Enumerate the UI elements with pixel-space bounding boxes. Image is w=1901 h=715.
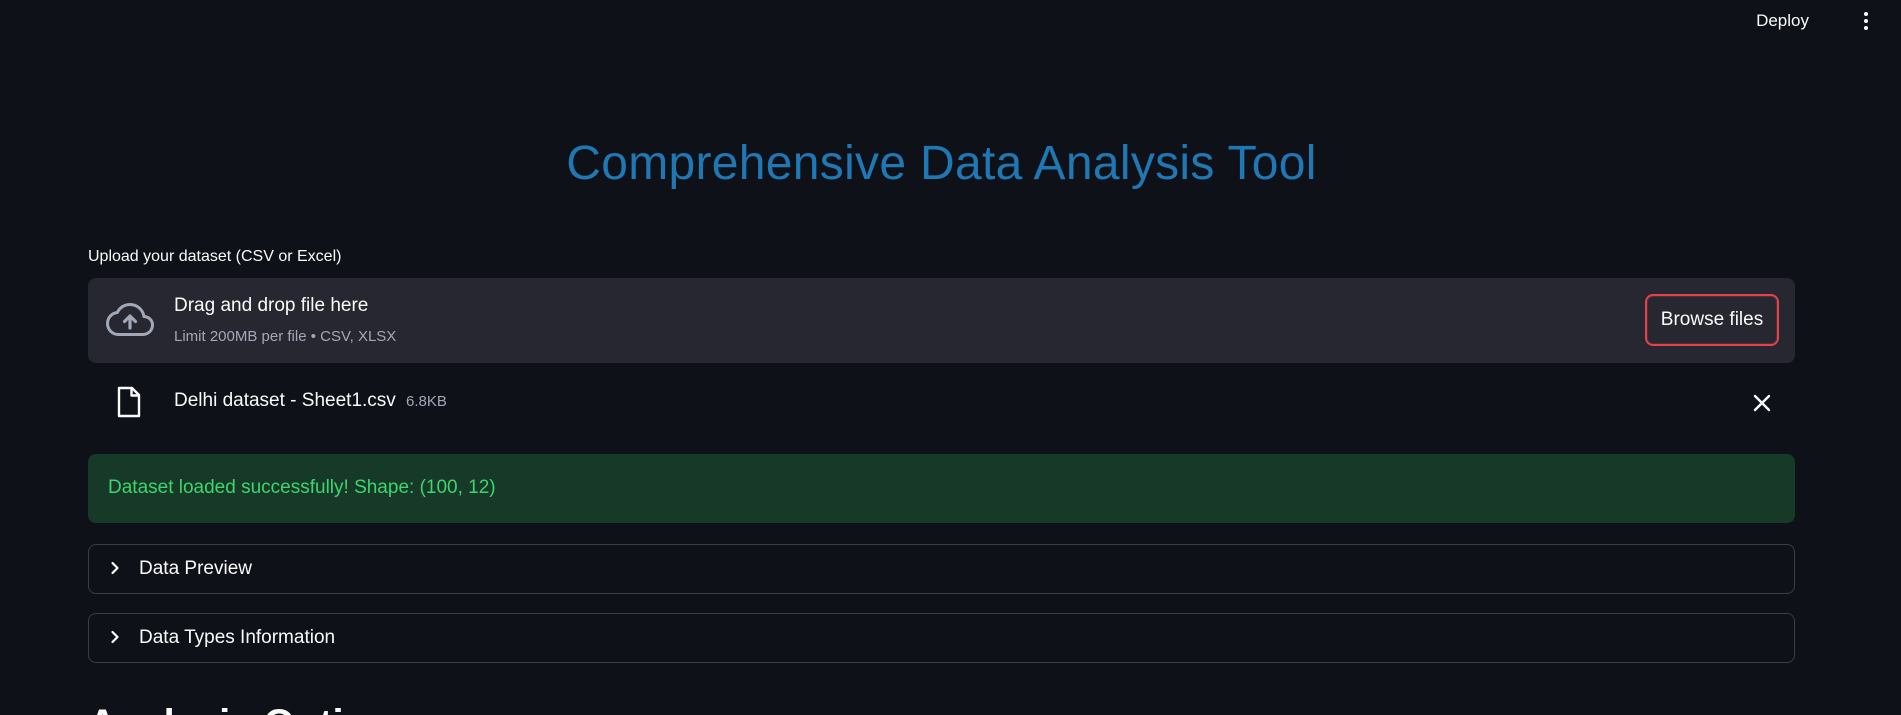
expander-data-preview[interactable]: Data Preview [88, 544, 1795, 594]
success-alert: Dataset loaded successfully! Shape: (100… [88, 454, 1795, 523]
close-icon[interactable] [1751, 392, 1773, 414]
file-name: Delhi dataset - Sheet1.csv [174, 390, 396, 411]
dropzone-limit: Limit 200MB per file • CSV, XLSX [174, 328, 397, 345]
uploader-label: Upload your dataset (CSV or Excel) [88, 248, 342, 265]
file-icon [117, 386, 141, 418]
expander-label: Data Preview [139, 558, 252, 579]
file-dropzone[interactable]: Drag and drop file here Limit 200MB per … [88, 278, 1795, 363]
chevron-right-icon [111, 561, 119, 575]
success-message: Dataset loaded successfully! Shape: (100… [108, 477, 496, 498]
chevron-right-icon [111, 630, 119, 644]
browse-files-button[interactable]: Browse files [1645, 294, 1779, 346]
file-size: 6.8KB [406, 393, 447, 410]
more-vertical-icon[interactable] [1855, 8, 1877, 34]
deploy-button[interactable]: Deploy [1754, 8, 1811, 34]
expander-data-types[interactable]: Data Types Information [88, 613, 1795, 663]
app-page: Deploy Comprehensive Data Analysis Tool … [0, 0, 1901, 715]
app-header: Deploy [0, 0, 1901, 44]
uploaded-file: Delhi dataset - Sheet1.csv 6.8KB [88, 380, 1795, 424]
page-title: Comprehensive Data Analysis Tool [566, 137, 1317, 190]
dropzone-instructions: Drag and drop file here [174, 295, 369, 316]
cloud-upload-icon [106, 302, 154, 336]
expander-label: Data Types Information [139, 627, 336, 648]
section-heading: Analysis Options [88, 700, 415, 715]
